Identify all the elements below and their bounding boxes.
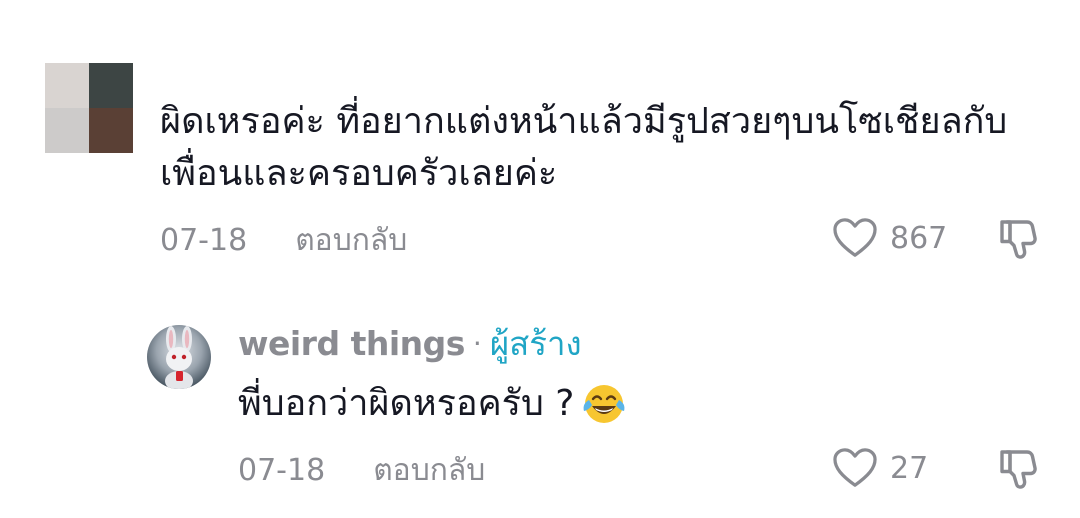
comment-meta: 07-18 ตอบกลับ xyxy=(160,218,407,262)
like-button[interactable]: 27 xyxy=(832,447,928,489)
creator-avatar[interactable] xyxy=(147,325,211,389)
face-with-tears-of-joy-icon xyxy=(583,385,625,423)
heart-icon xyxy=(833,218,877,257)
comment-text: ผิดเหรอค่ะ ที่อยากแต่งหน้าแล้วมีรูปสวยๆบ… xyxy=(160,101,1008,194)
heart-icon xyxy=(833,448,877,487)
like-count: 27 xyxy=(890,450,929,486)
dislike-button[interactable] xyxy=(997,216,1043,262)
reply-meta: 07-18 ตอบกลับ xyxy=(238,448,485,492)
comment-date: 07-18 xyxy=(160,222,248,258)
thumbs-down-icon xyxy=(1000,220,1037,259)
reply-button[interactable]: ตอบกลับ xyxy=(295,217,407,264)
reply-text: พี่บอกว่าผิดหรอครับ ? xyxy=(238,378,628,430)
avatar-pixel xyxy=(45,108,89,153)
like-count: 867 xyxy=(890,220,948,256)
username[interactable]: weird things xyxy=(238,324,465,363)
reply-date: 07-18 xyxy=(238,452,326,488)
avatar-pixel xyxy=(89,108,133,153)
rabbit-avatar-icon xyxy=(165,326,193,389)
reply-text-content: พี่บอกว่าผิดหรอครับ ? xyxy=(238,383,575,424)
reply-header: weird things · ผู้สร้าง xyxy=(238,320,582,366)
separator-dot: · xyxy=(472,326,482,360)
avatar-pixel xyxy=(89,63,133,108)
thumbs-down-icon xyxy=(1000,450,1037,489)
dislike-button[interactable] xyxy=(997,446,1043,492)
avatar[interactable] xyxy=(45,63,133,153)
reply-button[interactable]: ตอบกลับ xyxy=(373,447,485,494)
like-button[interactable]: 867 xyxy=(832,217,947,259)
avatar-pixel xyxy=(45,63,89,108)
creator-badge: ผู้สร้าง xyxy=(489,323,582,363)
